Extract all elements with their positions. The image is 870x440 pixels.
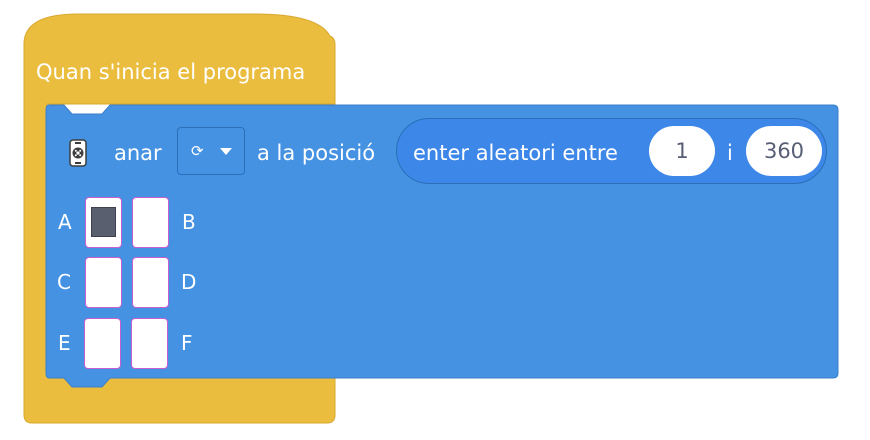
port-d-toggle[interactable] <box>132 257 169 308</box>
chevron-down-icon <box>220 148 232 155</box>
port-label-e: E <box>58 331 71 355</box>
random-reporter-label: enter aleatori entre <box>413 141 618 165</box>
port-e-toggle[interactable] <box>84 318 121 369</box>
port-f-toggle[interactable] <box>131 318 168 369</box>
port-label-c: C <box>57 270 71 294</box>
port-a-selected-indicator <box>91 207 116 237</box>
random-max-input[interactable]: 360 <box>746 126 822 176</box>
random-joiner-label: i <box>727 141 733 165</box>
port-label-d: D <box>181 270 197 294</box>
port-b-toggle[interactable] <box>132 197 169 248</box>
hat-block-label: Quan s'inicia el programa <box>36 60 306 84</box>
port-label-f: F <box>181 331 193 355</box>
position-label: a la posició <box>257 141 376 165</box>
motor-icon <box>69 139 87 167</box>
go-label: anar <box>114 141 162 165</box>
direction-dropdown[interactable]: ⟳ <box>177 127 245 175</box>
clockwise-icon: ⟳ <box>191 142 204 160</box>
random-reporter-block[interactable]: enter aleatori entre 1 i 360 <box>396 118 827 184</box>
port-c-toggle[interactable] <box>85 257 122 308</box>
random-min-input[interactable]: 1 <box>649 126 715 176</box>
port-label-a: A <box>58 210 72 234</box>
port-label-b: B <box>182 210 196 234</box>
port-a-toggle[interactable] <box>85 197 122 248</box>
